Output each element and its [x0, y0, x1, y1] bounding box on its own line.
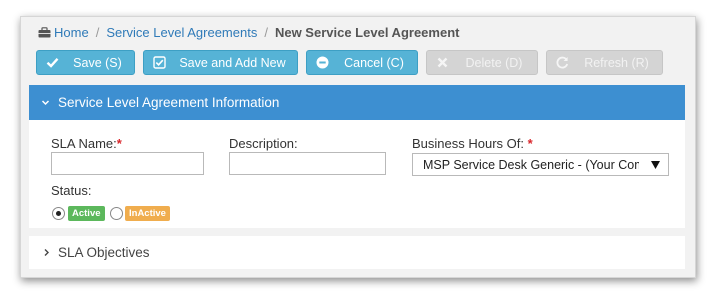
required-marker: *: [116, 136, 122, 151]
business-hours-select[interactable]: MSP Service Desk Generic - (Your Company…: [412, 153, 669, 176]
sla-information-header[interactable]: Service Level Agreement Information: [29, 85, 685, 120]
status-inactive-badge[interactable]: InActive: [125, 206, 170, 221]
save-button[interactable]: Save (S): [36, 50, 135, 75]
refresh-icon: [547, 51, 577, 74]
minus-circle-icon: [307, 51, 337, 74]
page-title: New Service Level Agreement: [274, 24, 460, 40]
sla-name-label: SLA Name:*: [51, 136, 122, 151]
check-square-icon: [144, 51, 174, 74]
business-hours-selected-value: MSP Service Desk Generic - (Your Company…: [423, 157, 639, 172]
breadcrumb-home-link[interactable]: Home: [54, 25, 89, 40]
description-label: Description:: [229, 136, 298, 151]
sla-objectives-title: SLA Objectives: [58, 245, 150, 260]
refresh-button[interactable]: Refresh (R): [546, 50, 663, 75]
refresh-button-label: Refresh (R): [584, 55, 649, 70]
sla-name-input[interactable]: [51, 152, 204, 175]
briefcase-icon: [38, 26, 51, 37]
delete-button-label: Delete (D): [465, 55, 523, 70]
delete-button[interactable]: Delete (D): [426, 50, 538, 75]
required-marker: *: [527, 136, 533, 151]
breadcrumb-separator: /: [95, 24, 100, 40]
status-inactive-radio[interactable]: [110, 207, 123, 220]
breadcrumb-sla-link[interactable]: Service Level Agreements: [106, 25, 257, 40]
check-icon: [37, 51, 67, 74]
chevron-right-icon: [44, 249, 49, 256]
save-and-add-new-label: Save and Add New: [179, 55, 286, 70]
cancel-button-label: Cancel (C): [344, 55, 404, 70]
description-input[interactable]: [229, 152, 386, 175]
sla-information-panel: Service Level Agreement Information SLA …: [29, 85, 685, 228]
save-and-add-new-button[interactable]: Save and Add New: [143, 50, 298, 75]
toolbar: Save (S) Save and Add New Cancel (C) Del…: [36, 50, 671, 75]
cancel-button[interactable]: Cancel (C): [306, 50, 418, 75]
sla-information-title: Service Level Agreement Information: [58, 95, 280, 110]
status-active-radio[interactable]: [52, 207, 65, 220]
breadcrumb: Home / Service Level Agreements / New Se…: [38, 24, 459, 40]
sla-objectives-section[interactable]: SLA Objectives: [29, 236, 685, 269]
status-label: Status:: [51, 183, 92, 198]
save-button-label: Save (S): [73, 55, 122, 70]
business-hours-label: Business Hours Of: *: [412, 136, 533, 151]
breadcrumb-separator: /: [264, 24, 268, 40]
chevron-down-icon: [41, 100, 50, 106]
status-active-badge[interactable]: Active: [68, 206, 105, 221]
caret-down-icon: [651, 161, 660, 169]
x-icon: [427, 51, 457, 74]
